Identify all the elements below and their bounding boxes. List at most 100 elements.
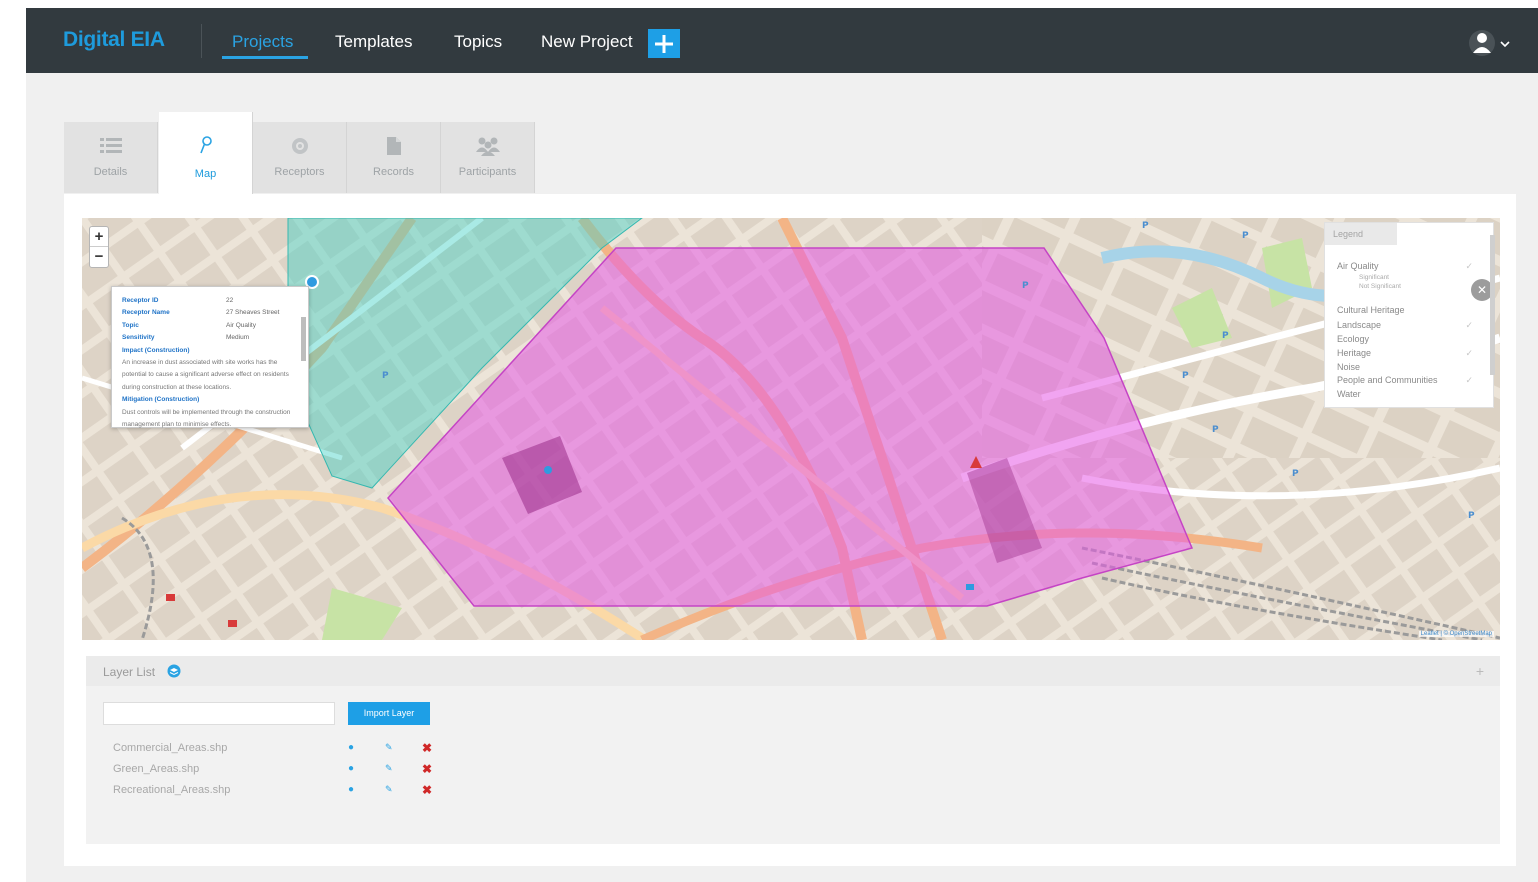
legend-item-ecology[interactable]: Ecology xyxy=(1337,334,1369,344)
tab-participants-label: Participants xyxy=(458,166,517,178)
layer-name: Commercial_Areas.shp xyxy=(113,742,228,754)
legend-checkbox[interactable]: ✓ xyxy=(1465,375,1473,386)
popup-key: Topic xyxy=(122,321,139,329)
svg-text:P: P xyxy=(1142,221,1149,231)
eye-icon[interactable]: ● xyxy=(348,763,354,774)
layer-list-title: Layer List xyxy=(103,665,156,679)
popup-row: Receptor ID 22 xyxy=(122,295,298,307)
popup-value: 22 xyxy=(226,297,234,304)
tab-participants[interactable]: Participants xyxy=(441,122,535,193)
tab-records-label: Records xyxy=(373,166,414,178)
zoom-control: + − xyxy=(89,226,109,268)
nav-topics[interactable]: Topics xyxy=(454,32,502,52)
popup-row: Topic Air Quality xyxy=(122,320,298,332)
layer-file-input[interactable] xyxy=(103,702,335,725)
legend-title: Legend xyxy=(1325,223,1397,245)
list-icon xyxy=(99,138,122,153)
tab-records[interactable]: Records xyxy=(347,122,441,193)
nav-projects[interactable]: Projects xyxy=(232,32,293,52)
user-menu[interactable] xyxy=(1463,28,1523,58)
plus-icon xyxy=(655,34,673,53)
legend-item-water[interactable]: Water xyxy=(1337,389,1361,399)
people-icon xyxy=(475,137,500,156)
layer-name: Recreational_Areas.shp xyxy=(113,784,231,796)
svg-text:P: P xyxy=(1212,425,1219,435)
legend-item-cultural-heritage[interactable]: Cultural Heritage xyxy=(1337,305,1405,315)
legend-checkbox[interactable]: ✓ xyxy=(1465,320,1473,331)
zoom-in-button[interactable]: + xyxy=(90,227,108,247)
eye-icon[interactable]: ● xyxy=(348,784,354,795)
popup-scrollbar[interactable] xyxy=(301,317,306,361)
app-frame: Digital EIA Projects Templates Topics Ne… xyxy=(26,8,1538,882)
tab-receptors[interactable]: Receptors xyxy=(253,122,347,193)
svg-text:P: P xyxy=(1222,331,1229,341)
tab-receptors-label: Receptors xyxy=(274,166,325,178)
legend-sub-significant: Significant xyxy=(1359,274,1389,281)
map-legend: Legend Air Quality Significant Not Signi… xyxy=(1324,222,1495,408)
nav-active-underline xyxy=(222,56,308,59)
eye-icon[interactable]: ● xyxy=(348,742,354,753)
svg-text:P: P xyxy=(1292,469,1299,479)
tab-map-label: Map xyxy=(194,168,217,180)
layer-list-header[interactable]: Layer List + xyxy=(86,656,1500,686)
nav-new-project[interactable]: New Project xyxy=(541,32,633,52)
layer-row: Commercial_Areas.shp ● ✎ ✖ xyxy=(113,741,443,756)
svg-text:P: P xyxy=(1182,371,1189,381)
svg-text:P: P xyxy=(1022,281,1029,291)
popup-value: Medium xyxy=(226,334,250,342)
stack-icon xyxy=(167,664,181,683)
legend-item-air-quality[interactable]: Air Quality xyxy=(1337,261,1379,271)
nav-divider xyxy=(201,24,202,58)
map-canvas[interactable]: P P P P P P P P P + − Receptor ID 22 Receptor N… xyxy=(82,218,1500,640)
import-layer-button[interactable]: Import Layer xyxy=(348,702,430,725)
main-panel: P P P P P P P P P + − Receptor ID 22 Receptor N… xyxy=(64,194,1516,866)
map-attribution[interactable]: Leaflet | © OpenStreetMap xyxy=(1418,631,1494,637)
close-icon[interactable]: ✖ xyxy=(422,783,432,797)
legend-item-landscape[interactable]: Landscape xyxy=(1337,320,1381,330)
popup-key: Sensitivity xyxy=(122,334,155,342)
target-icon xyxy=(291,138,308,154)
popup-value: Air Quality xyxy=(226,321,256,329)
pencil-icon[interactable]: ✎ xyxy=(385,742,393,753)
top-navbar: Digital EIA Projects Templates Topics Ne… xyxy=(26,8,1538,73)
popup-row: Receptor Name 27 Sheaves Street xyxy=(122,307,298,319)
layer-row: Green_Areas.shp ● ✎ ✖ xyxy=(113,762,443,777)
legend-item-heritage[interactable]: Heritage xyxy=(1337,348,1371,358)
legend-item-noise[interactable]: Noise xyxy=(1337,362,1360,372)
popup-impact-text: An increase in dust associated with site… xyxy=(122,359,289,391)
legend-scrollbar[interactable] xyxy=(1490,235,1495,375)
close-icon[interactable]: ✖ xyxy=(422,741,432,755)
user-icon xyxy=(1469,30,1510,56)
popup-key: Receptor ID xyxy=(122,297,159,304)
popup-key: Receptor Name xyxy=(122,309,170,317)
layer-row: Recreational_Areas.shp ● ✎ ✖ xyxy=(113,783,443,798)
svg-text:P: P xyxy=(1468,511,1475,521)
popup-impact-heading: Impact (Construction) xyxy=(122,346,190,354)
document-icon xyxy=(386,137,401,155)
new-project-plus-button[interactable] xyxy=(648,29,680,58)
pin-icon xyxy=(199,136,212,154)
legend-sub-not-significant: Not Significant xyxy=(1359,283,1401,290)
pencil-icon[interactable]: ✎ xyxy=(385,784,393,795)
popup-mitigation-heading: Mitigation (Construction) xyxy=(122,396,200,404)
tab-details[interactable]: Details xyxy=(64,122,158,193)
popup-row: Sensitivity Medium xyxy=(122,332,298,344)
zoom-out-button[interactable]: − xyxy=(90,247,108,267)
tab-map[interactable]: Map xyxy=(159,112,253,194)
pencil-icon[interactable]: ✎ xyxy=(385,763,393,774)
legend-checkbox[interactable]: ✓ xyxy=(1465,348,1473,359)
legend-checkbox[interactable]: ✓ xyxy=(1465,261,1473,272)
tab-details-label: Details xyxy=(93,166,128,178)
nav-templates[interactable]: Templates xyxy=(335,32,412,52)
layer-list-expand-icon[interactable]: + xyxy=(1476,663,1484,679)
popup-value: 27 Sheaves Street xyxy=(226,309,280,317)
svg-text:P: P xyxy=(1242,231,1249,241)
receptor-popup: Receptor ID 22 Receptor Name 27 Sheaves St… xyxy=(111,286,309,428)
svg-text:P: P xyxy=(382,371,389,381)
close-icon[interactable]: ✖ xyxy=(422,762,432,776)
popup-mitigation-text: Dust controls will be implemented throug… xyxy=(122,408,291,429)
legend-item-people[interactable]: People and Communities xyxy=(1337,375,1438,385)
brand-logo[interactable]: Digital EIA xyxy=(63,28,165,52)
layer-list-panel: Layer List + Import Layer Commercial_Are… xyxy=(86,656,1500,844)
layer-name: Green_Areas.shp xyxy=(113,763,200,775)
